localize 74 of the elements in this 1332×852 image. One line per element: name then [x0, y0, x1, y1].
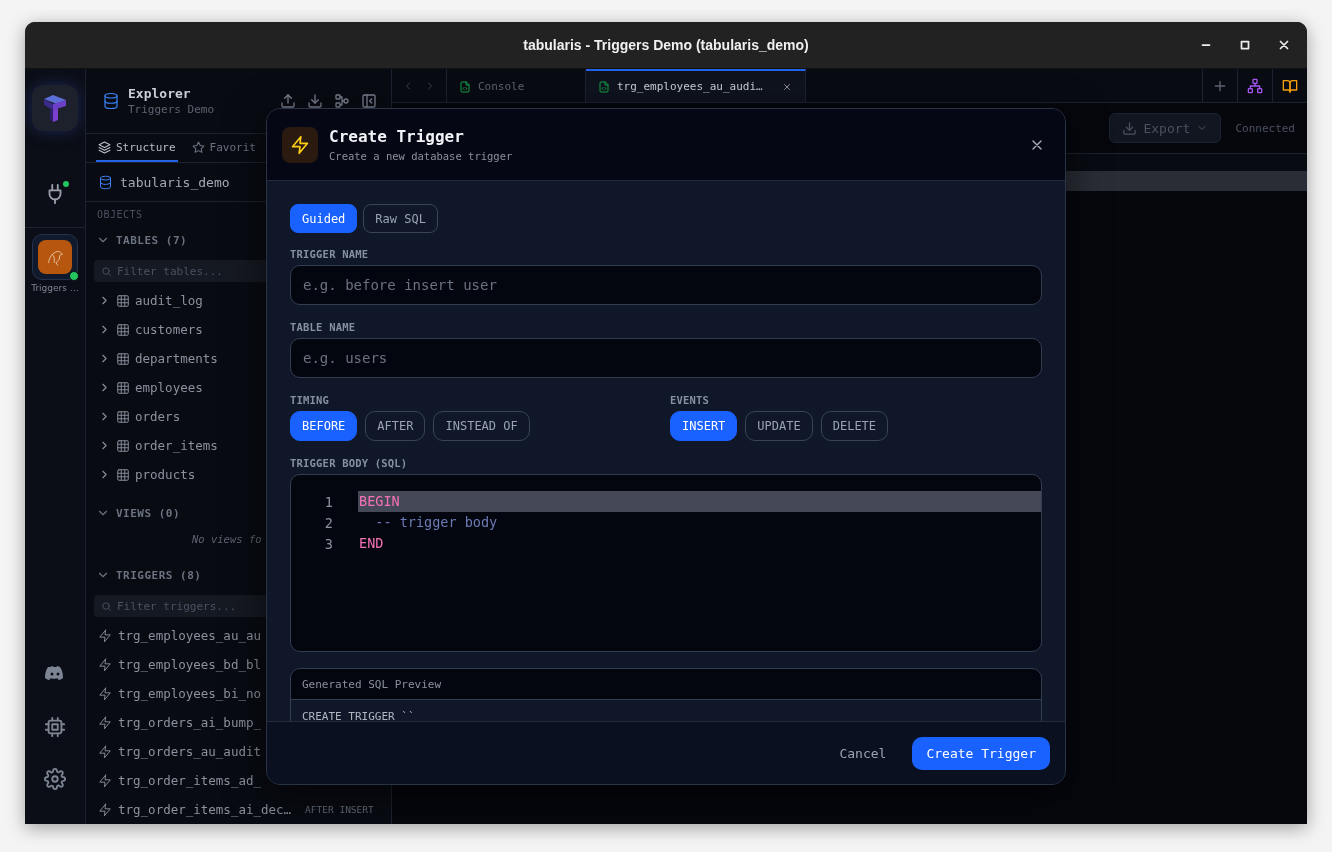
bolt-icon — [98, 628, 112, 643]
bolt-icon — [98, 715, 112, 730]
line-number: 3 — [323, 535, 334, 552]
table-icon — [116, 438, 130, 453]
line-number: 2 — [323, 514, 334, 531]
table-icon — [116, 409, 130, 424]
field-label: TRIGGER BODY (SQL) — [290, 457, 409, 469]
table-icon — [116, 467, 130, 482]
trigger-item[interactable]: trg_order_items_ai_dec… AFTER INSERT — [86, 795, 391, 824]
option-button[interactable]: AFTER — [365, 411, 426, 441]
explorer-tab[interactable]: Structure — [96, 134, 178, 162]
table-icon — [116, 351, 130, 366]
logo-icon[interactable] — [32, 85, 78, 131]
trigger-item[interactable]: trg_orders_au_audit — [86, 737, 391, 766]
panel-title: Explorer — [128, 86, 192, 101]
connection-label: Triggers … — [31, 283, 79, 293]
book-icon[interactable] — [1282, 77, 1298, 94]
input-field[interactable]: e.g. before_insert_user — [290, 265, 1042, 305]
field-label: TRIGGER NAME — [290, 248, 370, 260]
bolt-icon — [98, 657, 112, 672]
table-icon — [116, 380, 130, 395]
code-editor[interactable]: 1 BEGIN 2 -- trigger body 3 END — [290, 474, 1042, 652]
explorer-tab[interactable]: Favorit — [189, 134, 258, 162]
code-line: END — [358, 534, 385, 553]
dialog-subtitle: Create a new database trigger — [329, 150, 514, 162]
cancel-button[interactable]: Cancel — [827, 737, 899, 769]
empty-message: No views fo — [192, 532, 262, 547]
layers-icon — [98, 140, 111, 154]
connection-status: Connected — [1235, 121, 1295, 135]
database-icon — [98, 174, 113, 190]
download-icon[interactable] — [307, 93, 323, 109]
bolt-icon — [98, 744, 112, 759]
bolt-icon — [282, 126, 318, 163]
bolt-icon — [98, 773, 112, 788]
field-label: TABLE NAME — [290, 321, 357, 333]
sql-file-icon — [598, 80, 610, 93]
sql-preview: CREATE TRIGGER `` — [291, 700, 1041, 721]
close-icon[interactable] — [1277, 38, 1291, 52]
trigger-timing: AFTER INSERT — [305, 804, 374, 815]
connection-tile[interactable] — [32, 234, 78, 280]
create-trigger-button[interactable]: Create Trigger — [912, 736, 1050, 770]
upload-icon[interactable] — [280, 93, 296, 109]
chip-icon[interactable] — [44, 716, 66, 738]
option-button[interactable]: UPDATE — [745, 411, 813, 441]
mode-tab[interactable]: Guided — [290, 204, 358, 233]
download-icon — [1122, 120, 1138, 136]
editor-tab[interactable]: trg_employees_au_audi… — [586, 69, 806, 102]
field-label: TIMING — [290, 394, 331, 406]
option-button[interactable]: INSERT — [670, 411, 738, 441]
star-icon — [191, 140, 205, 154]
option-button[interactable]: BEFORE — [290, 411, 358, 441]
table-icon — [116, 322, 130, 337]
collapse-panel-icon[interactable] — [361, 93, 377, 109]
panel-subtitle: Triggers Demo — [128, 103, 216, 116]
bolt-icon — [98, 686, 112, 701]
bolt-icon — [98, 802, 112, 817]
table-icon — [116, 293, 130, 308]
option-button[interactable]: INSTEAD OF — [433, 411, 530, 441]
diagram-icon[interactable] — [334, 93, 350, 109]
line-number: 1 — [323, 493, 334, 510]
dialog-title: Create Trigger — [329, 127, 465, 146]
database-icon — [102, 92, 120, 110]
mode-tab[interactable]: Raw SQL — [363, 204, 438, 233]
sql-file-icon — [459, 80, 471, 93]
trigger-item[interactable]: trg_order_items_ad_ — [86, 766, 391, 795]
settings-icon[interactable] — [44, 768, 66, 790]
objects-heading: OBJECTS — [97, 208, 143, 220]
hierarchy-icon[interactable] — [1247, 77, 1263, 94]
code-line: -- trigger body — [374, 513, 499, 532]
window-title: tabularis - Triggers Demo (tabularis_demo) — [523, 37, 809, 53]
input-field[interactable]: e.g. users — [290, 338, 1042, 378]
field-label: EVENTS — [670, 394, 711, 406]
option-button[interactable]: DELETE — [820, 411, 889, 441]
maximize-icon[interactable] — [1238, 38, 1252, 52]
